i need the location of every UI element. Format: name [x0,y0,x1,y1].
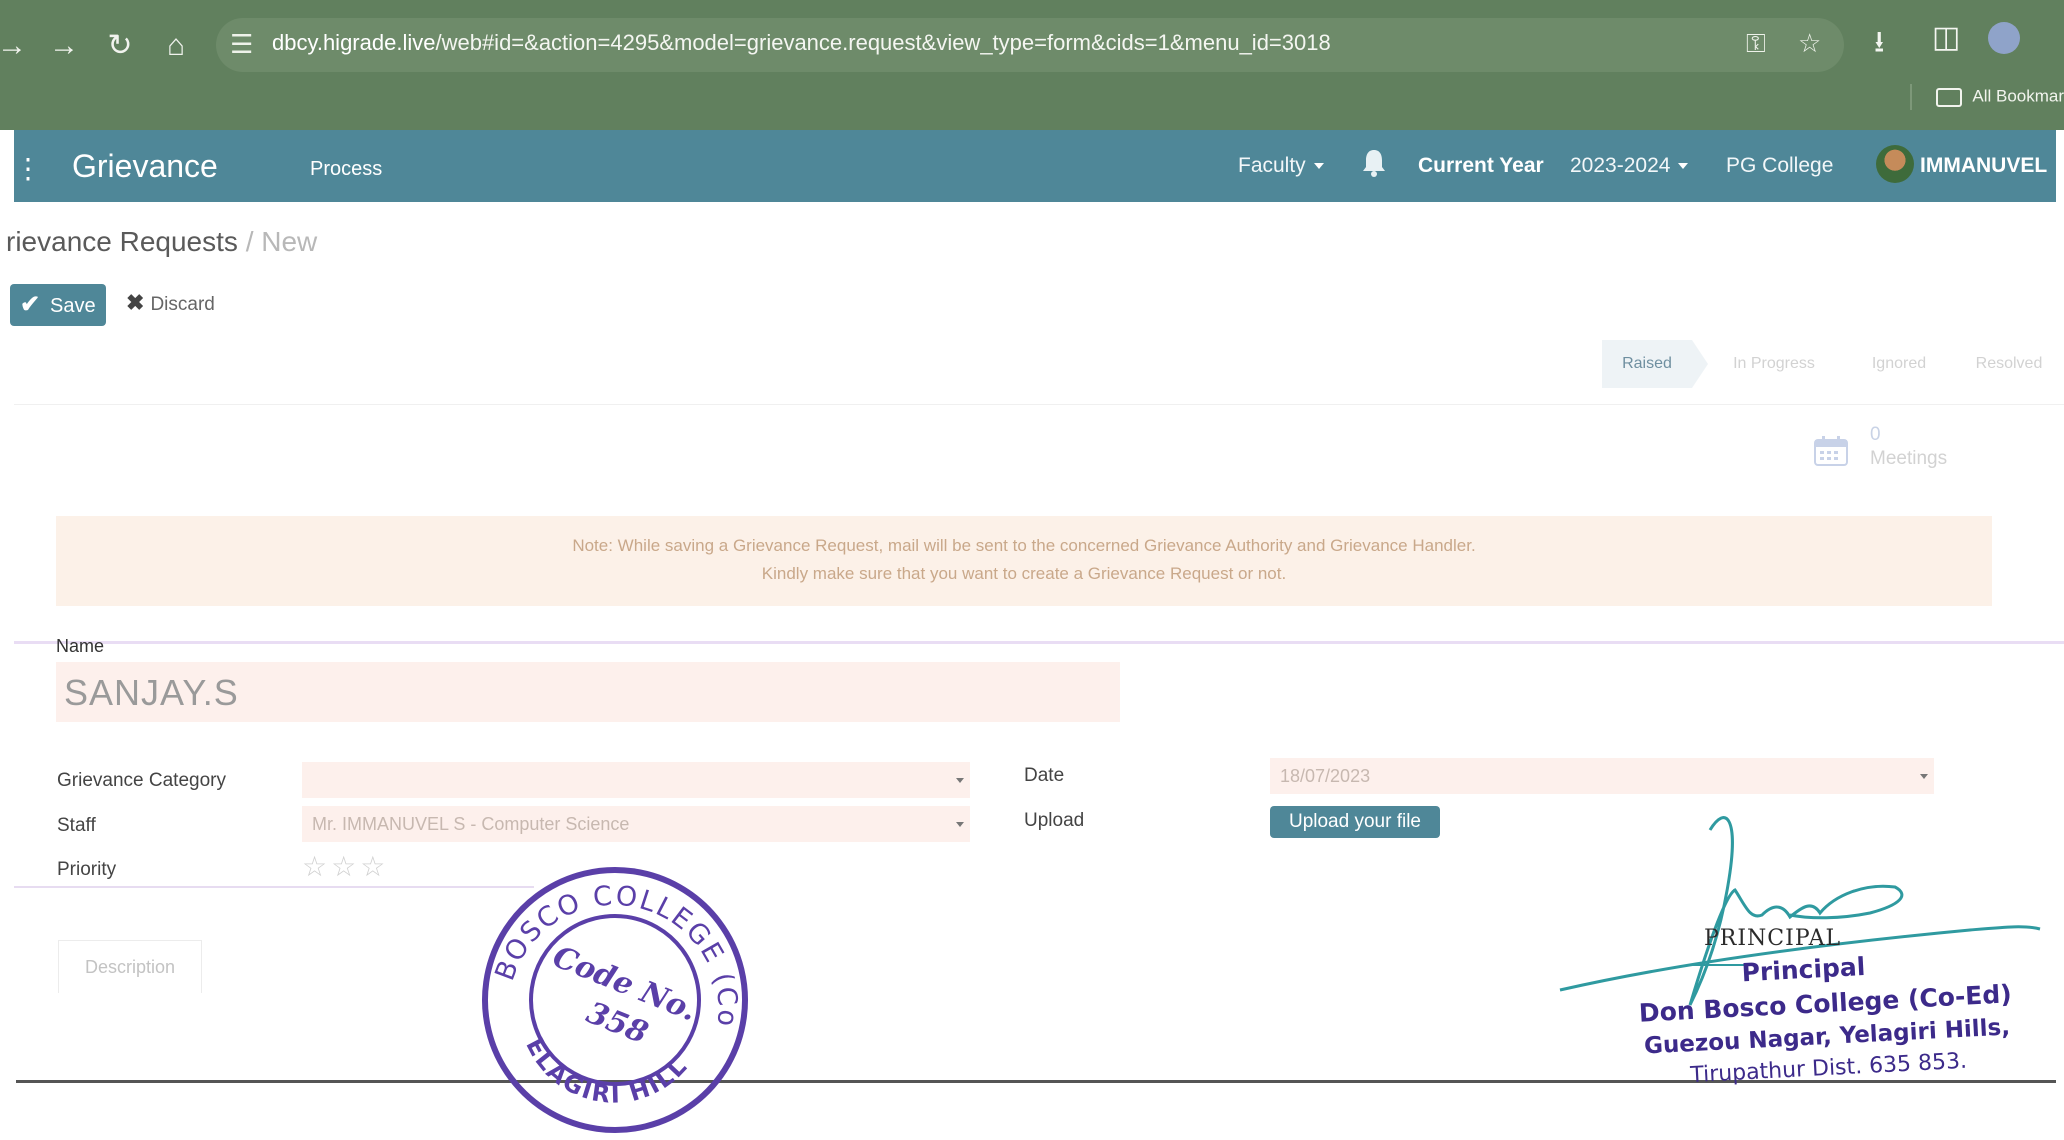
chevron-down-icon [1920,774,1928,779]
breadcrumb-current: New [261,226,318,257]
scan-artifact-line [14,641,2064,644]
date-label: Date [1024,765,1065,786]
star-bookmark-icon[interactable]: ☆ [1798,28,1821,59]
stage-in-progress[interactable]: In Progress [1714,340,1834,388]
tab-description[interactable]: Description [58,940,202,993]
upload-file-button[interactable]: Upload your file [1270,806,1440,838]
save-label: Save [50,295,96,317]
meetings-smart-button[interactable]: 0 Meetings [1814,424,2014,484]
address-bar[interactable]: ☰ dbcy.higrade.live/web#id=&action=4295&… [216,18,1844,72]
all-bookmarks-link[interactable]: All Bookmar [1972,86,2064,105]
breadcrumb-separator: / [245,226,254,257]
staff-label: Staff [57,815,96,836]
reload-icon[interactable]: ↻ [102,28,138,64]
forward-arrow-icon[interactable]: → [46,28,82,64]
faculty-dropdown[interactable]: Faculty [1238,154,1324,178]
user-menu[interactable]: IMMANUVEL [1920,154,2047,178]
date-field[interactable]: 18/07/2023 [1270,758,1934,794]
check-icon: ✔ [20,291,41,318]
scan-artifact-line [14,886,534,888]
home-icon[interactable]: ⌂ [158,28,194,64]
breadcrumb: rievance Requests / New [6,226,317,258]
bookmarks-bar: All Bookmar [1910,84,2064,110]
year-dropdown[interactable]: 2023-2024 [1570,154,1689,178]
app-brand[interactable]: Grievance [72,148,218,185]
meetings-count: 0 [1870,424,1881,445]
college-seal-stamp: DON BOSCO COLLEGE (Co-Ed) ★ YELAGIRI HIL… [470,860,760,1133]
url-domain: dbcy.higrade.live [272,30,436,55]
menu-process[interactable]: Process [310,158,382,181]
calendar-icon [1814,436,1848,466]
key-icon[interactable]: ⚿ [1746,28,1766,60]
side-panel-icon[interactable]: ◫ [1932,20,1960,55]
chevron-down-icon [1678,163,1689,170]
priority-stars[interactable]: ☆☆☆ [302,850,389,883]
note-line-1: Note: While saving a Grievance Request, … [572,536,1476,555]
principal-caps-label: PRINCIPAL [1704,926,1842,951]
grievance-category-label: Grievance Category [57,770,226,791]
college-switcher[interactable]: PG College [1726,154,1833,178]
save-button[interactable]: ✔ Save [10,284,106,326]
meetings-label: Meetings [1870,448,1948,469]
sheet-divider [14,404,2064,405]
priority-label: Priority [57,859,117,880]
upload-label: Upload [1024,810,1085,831]
browser-chrome: → → ↻ ⌂ ☰ dbcy.higrade.live/web#id=&acti… [0,0,2064,130]
staff-value: Mr. IMMANUVEL S - Computer Science [312,814,630,834]
close-icon: ✖ [126,290,145,315]
name-label: Name [56,636,105,656]
stage-resolved[interactable]: Resolved [1964,340,2054,388]
url-text[interactable]: dbcy.higrade.live/web#id=&action=4295&mo… [272,30,1331,56]
site-settings-icon[interactable]: ☰ [230,29,253,60]
download-icon[interactable]: ⭳ [1874,20,1885,71]
discard-label: Discard [150,294,215,315]
current-year-label: Current Year [1418,154,1544,177]
stage-ignored[interactable]: Ignored [1854,340,1944,388]
notification-bell-icon[interactable] [1361,148,1387,178]
user-avatar[interactable] [1876,145,1914,183]
chevron-down-icon [956,778,964,783]
name-field[interactable]: SANJAY.S [56,662,1120,722]
url-path: /web#id=&action=4295&model=grievance.req… [435,30,1331,55]
profile-avatar-icon[interactable] [1988,22,2020,54]
stage-raised[interactable]: Raised [1602,340,1708,388]
staff-select[interactable]: Mr. IMMANUVEL S - Computer Science [302,806,970,842]
name-value: SANJAY.S [64,672,239,713]
warning-note: Note: While saving a Grievance Request, … [56,516,1992,606]
note-line-2: Kindly make sure that you want to create… [761,564,1287,583]
principal-rubber-stamp: Principal Don Bosco College (Co-Ed) Guez… [1593,942,2059,1093]
apps-menu-icon[interactable]: ⋮ [14,152,42,185]
status-bar: Raised In Progress Ignored Resolved [1602,340,2052,388]
back-arrow-icon[interactable]: → [0,28,30,64]
grievance-category-select[interactable] [302,762,970,798]
date-value: 18/07/2023 [1280,766,1371,786]
faculty-label: Faculty [1238,154,1306,177]
breadcrumb-parent[interactable]: rievance Requests [6,226,238,257]
chevron-down-icon [1313,163,1324,170]
app-navbar: ⋮ Grievance Process Faculty Current Year… [14,130,2056,202]
year-value: 2023-2024 [1570,154,1671,177]
bookmarks-separator [1910,84,1913,110]
discard-button[interactable]: ✖ Discard [126,290,215,316]
chevron-down-icon [956,822,964,827]
folder-icon [1936,87,1963,107]
